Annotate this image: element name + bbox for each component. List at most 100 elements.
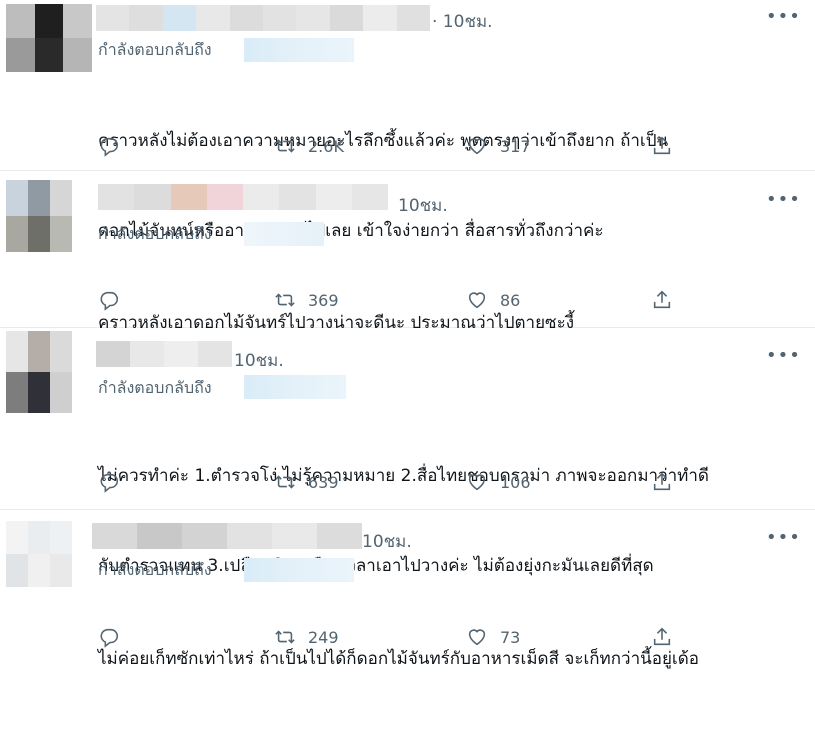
reply-icon (100, 291, 119, 311)
name-blur-block (170, 184, 207, 210)
tweet-3[interactable]: 10ชม. ••• กำลังตอบกลับถึง ไม่ควรทำค่ะ 1.… (0, 327, 815, 576)
like-button[interactable]: 106 (466, 467, 531, 497)
share-icon (653, 290, 671, 309)
tweet-2[interactable]: 10ชม. ••• กำลังตอบกลับถึง คราวหลังเอาดอก… (0, 170, 815, 333)
name-blur-block (96, 341, 130, 367)
timestamp[interactable]: 10ชม. (234, 347, 284, 374)
avatar[interactable] (6, 180, 72, 252)
share-button[interactable] (651, 622, 673, 652)
name-blur-block (279, 184, 316, 210)
like-count: 106 (500, 472, 531, 492)
retweet-button[interactable]: 249 (274, 622, 339, 652)
name-blur-block (198, 341, 232, 367)
more-icon[interactable]: ••• (766, 191, 801, 209)
name-blur-block (315, 184, 352, 210)
share-icon (653, 627, 671, 646)
name-blur-block (351, 184, 388, 210)
retweet-count: 639 (308, 472, 339, 492)
reply-icon (100, 473, 119, 493)
replying-to-label: กำลังตอบกลับถึง (98, 378, 212, 397)
retweet-icon (275, 139, 295, 153)
name-blur-block (196, 5, 230, 31)
tweet-text: ไม่ค่อยเก็ทซักเท่าไหร่ ถ้าเป็นไปได้ก็ดอก… (98, 584, 699, 734)
avatar-pixel (6, 38, 35, 72)
reply-button[interactable] (98, 131, 120, 161)
author-name-blurred[interactable] (96, 5, 431, 31)
retweet-button[interactable]: 369 (274, 285, 339, 315)
replying-to-label: กำลังตอบกลับถึง (98, 224, 212, 243)
replying-to-handle-blurred[interactable] (244, 558, 354, 582)
replying-to-handle-blurred[interactable] (244, 222, 324, 246)
name-blur-block (363, 5, 397, 31)
avatar-pixel (34, 4, 64, 38)
avatar[interactable] (6, 521, 72, 587)
avatar-pixel (34, 38, 64, 72)
action-bar: 639 106 (98, 467, 698, 497)
avatar-pixel (50, 331, 72, 372)
avatar-pixel (6, 554, 28, 587)
retweet-icon (275, 630, 295, 644)
action-bar: 249 73 (98, 622, 698, 652)
avatar-pixel (6, 180, 28, 216)
avatar-pixel (28, 372, 50, 413)
more-icon[interactable]: ••• (766, 8, 801, 26)
avatar[interactable] (6, 331, 72, 413)
retweet-button[interactable]: 2.6K (274, 131, 344, 161)
reply-button[interactable] (98, 285, 120, 315)
name-blur-block (137, 523, 182, 549)
heart-icon (468, 292, 486, 309)
name-blur-block (182, 523, 227, 549)
avatar-pixel (50, 521, 72, 554)
avatar[interactable] (6, 4, 92, 72)
reply-icon (100, 628, 119, 648)
avatar-pixel (6, 216, 28, 252)
name-blur-block (272, 523, 317, 549)
author-name-blurred[interactable] (96, 341, 232, 367)
timestamp[interactable]: 10ชม. (398, 192, 448, 219)
name-blur-block (206, 184, 243, 210)
heart-icon (468, 474, 486, 491)
like-button[interactable]: 73 (466, 622, 520, 652)
reply-button[interactable] (98, 467, 120, 497)
retweet-icon (275, 293, 295, 307)
avatar-pixel (6, 521, 28, 554)
avatar-pixel (28, 521, 50, 554)
author-name-blurred[interactable] (92, 523, 362, 549)
timestamp[interactable]: · 10ชม. (432, 8, 493, 35)
name-blur-block (329, 5, 364, 31)
like-count: 317 (500, 136, 531, 156)
avatar-pixel (6, 331, 28, 372)
reply-button[interactable] (98, 622, 120, 652)
like-button[interactable]: 86 (466, 285, 520, 315)
heart-icon (468, 138, 486, 155)
avatar-pixel (28, 331, 50, 372)
name-blur-block (92, 523, 137, 549)
avatar-pixel (50, 180, 72, 216)
share-button[interactable] (651, 285, 673, 315)
more-icon[interactable]: ••• (766, 347, 801, 365)
avatar-pixel (28, 180, 50, 216)
name-blur-block (134, 184, 171, 210)
name-blur-block (396, 5, 431, 31)
name-blur-block (229, 5, 264, 31)
more-icon[interactable]: ••• (766, 529, 801, 547)
tweet-4[interactable]: 10ชม. ••• กำลังตอบกลับถึง ไม่ค่อยเก็ทซัก… (0, 509, 815, 669)
heart-icon (468, 629, 486, 646)
author-name-blurred[interactable] (98, 184, 388, 210)
avatar-pixel (63, 38, 92, 72)
like-button[interactable]: 317 (466, 131, 531, 161)
replying-to-handle-blurred[interactable] (244, 38, 354, 62)
share-button[interactable] (651, 467, 673, 497)
name-blur-block (96, 5, 130, 31)
timestamp[interactable]: 10ชม. (362, 528, 412, 555)
share-icon (653, 472, 671, 491)
share-button[interactable] (651, 131, 673, 161)
name-blur-block (164, 341, 198, 367)
name-blur-block (162, 5, 197, 31)
name-blur-block (263, 5, 297, 31)
avatar-pixel (6, 4, 35, 38)
retweet-button[interactable]: 639 (274, 467, 339, 497)
tweet-1[interactable]: · 10ชม. ••• กำลังตอบกลับถึง คราวหลังไม่ต… (0, 0, 815, 241)
replying-to-handle-blurred[interactable] (244, 375, 346, 399)
like-count: 73 (500, 627, 521, 647)
